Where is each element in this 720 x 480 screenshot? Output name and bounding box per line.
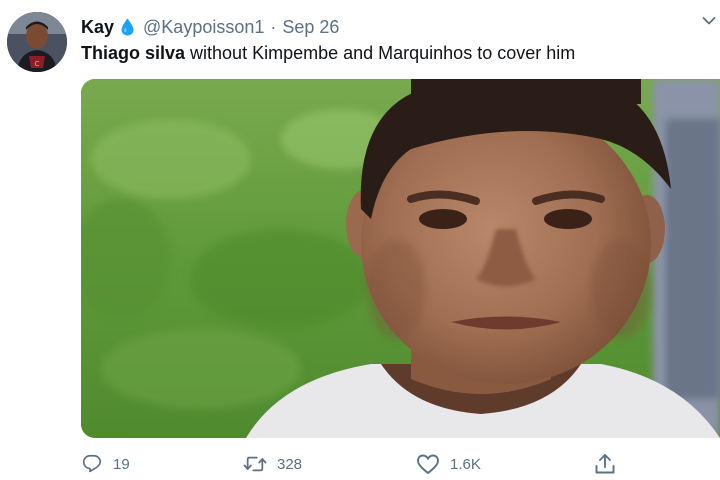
reply-count: 19 <box>113 455 130 473</box>
like-count: 1.6K <box>450 455 481 473</box>
tweet-media-image[interactable] <box>81 79 720 438</box>
chevron-down-icon <box>702 17 716 25</box>
reply-icon <box>82 454 102 473</box>
retweet-button[interactable]: 328 <box>243 452 302 476</box>
separator-dot: · <box>270 16 277 37</box>
author-name[interactable]: Kay <box>81 17 114 38</box>
heart-icon <box>417 454 439 474</box>
avatar[interactable]: C <box>7 12 67 72</box>
svg-text:C: C <box>35 60 40 68</box>
share-icon <box>595 454 615 474</box>
reply-button[interactable]: 19 <box>81 452 130 476</box>
water-drop-icon <box>121 18 134 36</box>
tweet-header: Kay @Kaypoisson1 · Sep 26 <box>81 15 339 39</box>
retweet-count: 328 <box>277 455 303 473</box>
photo-boy-on-grass <box>81 79 720 438</box>
avatar-image: C <box>7 12 67 72</box>
more-options-button[interactable] <box>702 14 716 33</box>
share-button[interactable] <box>594 452 616 476</box>
tweet-date[interactable]: Sep 26 <box>282 17 339 38</box>
author-handle[interactable]: @Kaypoisson1 <box>143 17 264 38</box>
retweet-icon <box>243 456 267 472</box>
tweet-actions: 19 328 1.6K <box>81 452 720 476</box>
tweet-text-bold: Thiago silva <box>81 43 186 63</box>
tweet-text: Thiago silva without Kimpembe and Marqui… <box>81 43 575 64</box>
tweet-text-rest: without Kimpembe and Marquinhos to cover… <box>185 43 576 63</box>
like-button[interactable]: 1.6K <box>416 452 481 476</box>
